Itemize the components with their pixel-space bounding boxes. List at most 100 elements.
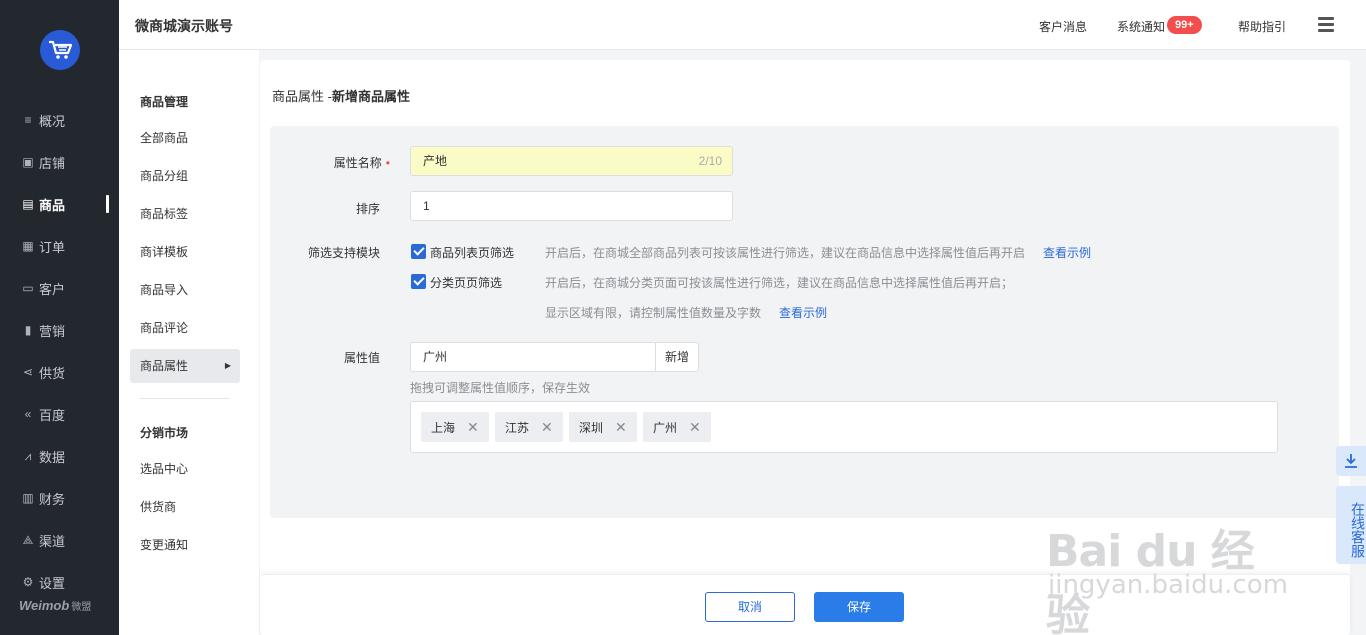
caret-right-icon: ▶ (224, 361, 231, 370)
gear-icon: ⚙ (22, 575, 34, 589)
list-filter-example-link[interactable]: 查看示例 (1043, 244, 1091, 261)
notice-count-badge: 99+ (1167, 16, 1202, 34)
order-icon: ▦ (22, 239, 34, 253)
subnav-group-title: 分销市场 (140, 426, 189, 440)
nav-item-data[interactable]: ⩘ 数据 (0, 442, 119, 470)
download-icon (1345, 454, 1357, 468)
category-filter-checkbox[interactable] (411, 274, 426, 289)
display-limit-hint: 显示区域有限，请控制属性值数量及字数 (545, 306, 762, 320)
shop-cart-logo[interactable] (40, 30, 80, 70)
subnav-item-suppliers[interactable]: 供货商 (130, 490, 240, 524)
nav-item-marketing[interactable]: ▮ 营销 (0, 316, 119, 344)
subnav-item-goods-attributes[interactable]: 商品属性 ▶ (130, 349, 240, 383)
help-guide-link[interactable]: 帮助指引 (1238, 18, 1286, 35)
subnav-group-title: 商品管理 (140, 95, 189, 109)
attr-name-value: 产地 (423, 154, 448, 168)
subnav-item-selection-center[interactable]: 选品中心 (130, 452, 240, 486)
subnav-item-goods-group[interactable]: 商品分组 (130, 159, 240, 193)
nav-label: 数据 (39, 449, 66, 465)
top-header: 微商城演示账号 客户消息 系统通知 99+ 帮助指引 (119, 0, 1366, 50)
main-sidebar: ≡ 概况 ▣ 店铺 ▤ 商品 ▦ 订单 ▭ 客户 ▮ 营销 ⋖ 供货 « 百度 … (0, 0, 119, 635)
goods-subnav: 商品管理 全部商品 商品分组 商品标签 商详模板 商品导入 商品评论 商品属性 … (119, 50, 259, 635)
nav-label: 供货 (39, 365, 66, 381)
subnav-item-detail-template[interactable]: 商详模板 (130, 235, 240, 269)
close-icon[interactable]: ✕ (541, 419, 553, 436)
sort-value: 1 (423, 199, 430, 213)
subnav-item-goods-import[interactable]: 商品导入 (130, 273, 240, 307)
list-filter-hint: 开启后，在商城全部商品列表可按该属性进行筛选，建议在商品信息中选择属性值后再开启 (545, 246, 1026, 260)
nav-item-goods[interactable]: ▤ 商品 (0, 190, 119, 218)
nav-label: 店铺 (39, 155, 66, 171)
page-title: 商品属性 -新增商品属性 (272, 89, 410, 104)
close-icon[interactable]: ✕ (467, 419, 479, 436)
sort-input[interactable]: 1 (410, 191, 733, 221)
nav-label: 客户 (39, 281, 66, 297)
nav-label: 概况 (39, 113, 66, 129)
close-icon[interactable]: ✕ (615, 419, 627, 436)
nav-label: 百度 (39, 407, 66, 423)
nav-item-overview[interactable]: ≡ 概况 (0, 106, 119, 134)
list-icon: ≡ (24, 113, 32, 127)
nav-label: 设置 (39, 575, 66, 591)
save-button[interactable]: 保存 (814, 592, 904, 622)
subnav-item-all-goods[interactable]: 全部商品 (130, 121, 240, 155)
shop-icon: ▣ (22, 155, 34, 169)
nav-label: 财务 (39, 491, 66, 507)
online-service-tab[interactable]: 在线客服 (1336, 486, 1366, 564)
baidu-icon: « (24, 407, 32, 421)
nav-label: 营销 (39, 323, 66, 339)
nav-item-shop[interactable]: ▣ 店铺 (0, 148, 119, 176)
baidu-jingyan-watermark: Bai du 经验 jingyan.baidu.com (1046, 490, 1296, 635)
required-marker: • (385, 156, 390, 170)
char-count: 2/10 (698, 154, 722, 168)
chart-icon: ⩘ (24, 448, 32, 463)
value-tag[interactable]: 江苏 ✕ (495, 412, 563, 442)
nav-item-finance[interactable]: ▥ 财务 (0, 484, 119, 512)
cart-icon (49, 40, 73, 59)
category-filter-label[interactable]: 分类页页筛选 (430, 274, 502, 291)
hamburger-menu-icon[interactable] (1318, 17, 1334, 33)
channel-icon: ⟁ (22, 532, 34, 547)
attr-values-list: 上海 ✕ 江苏 ✕ 深圳 ✕ 广州 ✕ (410, 401, 1278, 453)
nav-item-channel[interactable]: ⟁ 渠道 (0, 526, 119, 554)
nav-item-orders[interactable]: ▦ 订单 (0, 232, 119, 260)
share-icon: ⋖ (22, 365, 34, 379)
sort-label: 排序 (355, 202, 380, 216)
weimob-brand: Weimob 微盟 (19, 598, 92, 613)
subnav-item-label: 商品属性 (140, 359, 189, 373)
value-tag[interactable]: 广州 ✕ (643, 412, 711, 442)
nav-item-customers[interactable]: ▭ 客户 (0, 274, 119, 302)
attr-value-text: 广州 (423, 350, 448, 364)
drag-sort-hint: 拖拽可调整属性值顺序，保存生效 (410, 381, 591, 395)
watermark-sub: jingyan.baidu.com (1048, 570, 1288, 600)
nav-item-settings[interactable]: ⚙ 设置 (0, 568, 119, 596)
attr-name-label: 属性名称 • (333, 156, 390, 170)
customer-icon: ▭ (22, 281, 34, 295)
account-name: 微商城演示账号 (135, 18, 233, 34)
marketing-icon: ▮ (24, 323, 32, 337)
close-icon[interactable]: ✕ (689, 419, 701, 436)
nav-label: 商品 (39, 197, 66, 213)
subnav-item-goods-reviews[interactable]: 商品评论 (130, 311, 240, 345)
subnav-item-change-notice[interactable]: 变更通知 (130, 528, 240, 562)
list-filter-checkbox[interactable] (411, 244, 426, 259)
cancel-button[interactable]: 取消 (705, 592, 795, 622)
attribute-form: 属性名称 • 产地 2/10 排序 1 筛选支持模块 商品列表页筛选 开启后，在商… (270, 126, 1339, 518)
customer-messages-link[interactable]: 客户消息 (1039, 18, 1087, 35)
nav-item-supply[interactable]: ⋖ 供货 (0, 358, 119, 386)
add-value-button[interactable]: 新增 (656, 342, 700, 372)
attr-name-input[interactable]: 产地 2/10 (410, 146, 733, 176)
attr-value-label: 属性值 (343, 351, 380, 365)
nav-label: 订单 (39, 239, 66, 255)
value-tag[interactable]: 上海 ✕ (421, 412, 489, 442)
system-notice-link[interactable]: 系统通知 (1117, 18, 1165, 35)
list-filter-label[interactable]: 商品列表页筛选 (430, 244, 514, 261)
category-filter-example-link[interactable]: 查看示例 (779, 304, 827, 321)
download-tab[interactable] (1336, 446, 1366, 476)
nav-item-baidu[interactable]: « 百度 (0, 400, 119, 428)
nav-label: 渠道 (39, 533, 66, 549)
value-tag[interactable]: 深圳 ✕ (569, 412, 637, 442)
attr-value-input[interactable]: 广州 (410, 342, 656, 372)
subnav-item-goods-tags[interactable]: 商品标签 (130, 197, 240, 231)
filter-module-label: 筛选支持模块 (307, 246, 380, 260)
